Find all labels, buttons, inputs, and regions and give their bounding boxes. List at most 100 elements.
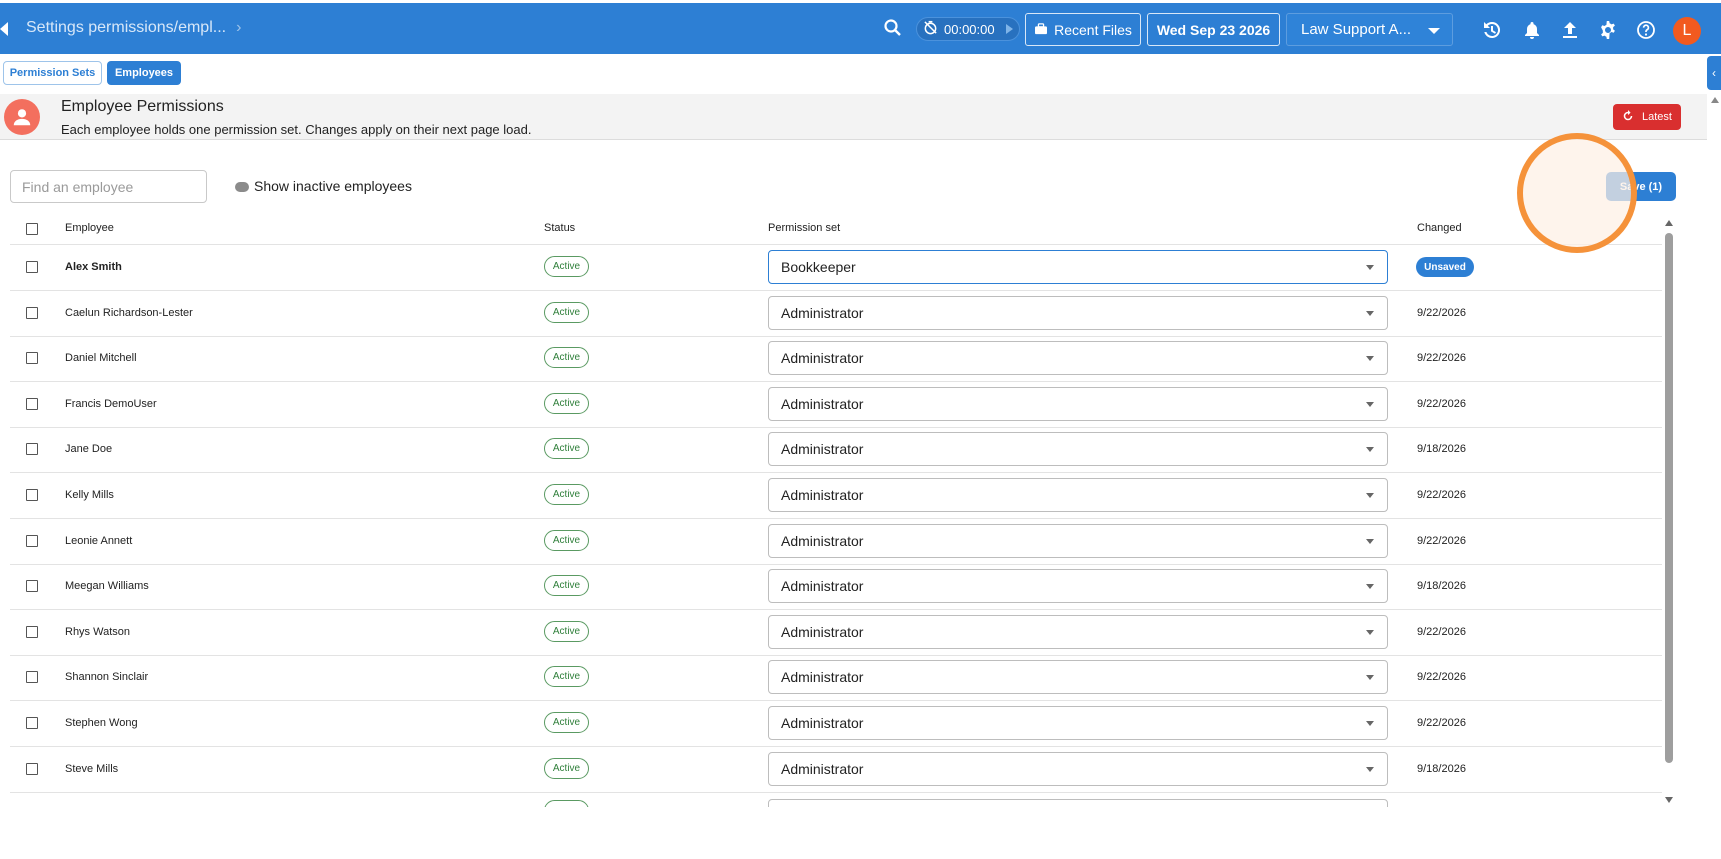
- permission-set-value: Administrator: [781, 669, 864, 686]
- permission-set-value: Administrator: [781, 623, 864, 640]
- permission-set-select[interactable]: Administrator: [768, 478, 1388, 512]
- table-row: Daniel Mitchell Active Administrator 9/22/2…: [10, 336, 1662, 383]
- row-checkbox[interactable]: [26, 306, 38, 319]
- row-checkbox[interactable]: [26, 671, 38, 684]
- permission-set-select[interactable]: Bookkeeper: [768, 250, 1388, 284]
- row-checkbox[interactable]: [26, 489, 38, 501]
- home-icon[interactable]: [0, 21, 10, 37]
- caret-down-icon: [1366, 493, 1374, 498]
- column-header-employee[interactable]: Employee: [65, 222, 114, 234]
- permission-set-value: Administrator: [781, 441, 864, 458]
- employee-name: Caelun Richardson-Lester: [65, 306, 193, 319]
- page-subtitle: Each employee holds one permission set. …: [61, 122, 532, 137]
- tab-permission-sets[interactable]: Permission Sets: [3, 61, 102, 85]
- row-checkbox[interactable]: [26, 261, 38, 273]
- status-badge: Active: [544, 256, 589, 277]
- help-icon[interactable]: [1635, 19, 1657, 41]
- row-checkbox[interactable]: [26, 762, 38, 775]
- column-header-permission-set[interactable]: Permission set: [768, 222, 840, 234]
- table-row-partial: [10, 797, 1662, 807]
- breadcrumb-current[interactable]: Settings permissions/empl...: [26, 19, 226, 37]
- employee-name: Rhys Watson: [65, 625, 131, 638]
- employee-search-input[interactable]: [10, 170, 207, 203]
- status-badge: Active: [544, 529, 589, 551]
- timer-widget[interactable]: 00:00:00: [916, 17, 1020, 41]
- status-badge: Active: [544, 438, 589, 460]
- row-checkbox[interactable]: [26, 534, 38, 547]
- column-header-status[interactable]: Status: [544, 222, 575, 234]
- table-row: Alex Smith Active Bookkeeper Unsaved: [10, 245, 1662, 291]
- scroll-down-icon[interactable]: [1665, 797, 1673, 803]
- status-badge: Active: [544, 666, 589, 688]
- changed-date: 9/22/2026: [1417, 671, 1466, 684]
- page-scroll-up-icon[interactable]: [1711, 97, 1719, 103]
- gear-icon[interactable]: [1597, 19, 1619, 41]
- table-row: Francis DemoUser Active Administrator 9/22/…: [10, 382, 1662, 428]
- date-button[interactable]: Wed Sep 23 2026: [1147, 13, 1280, 46]
- permission-set-value: Administrator: [781, 350, 864, 367]
- select-all-checkbox[interactable]: [26, 223, 38, 235]
- row-checkbox[interactable]: [26, 443, 38, 456]
- table-row: Shannon Sinclair Active Administrator 9/22/…: [10, 655, 1662, 702]
- status-badge: Active: [544, 757, 589, 779]
- permission-set-select[interactable]: Administrator: [768, 341, 1388, 376]
- table-row: Leonie Annett Active Administrator 9/22/202…: [10, 519, 1662, 565]
- permission-set-select[interactable]: Administrator: [768, 432, 1388, 467]
- permission-set-select[interactable]: Administrator: [768, 751, 1388, 786]
- tab-employees[interactable]: Employees: [107, 61, 181, 85]
- permission-set-select[interactable]: Administrator: [768, 569, 1388, 604]
- recent-files-button[interactable]: Recent Files: [1025, 13, 1141, 46]
- permission-set-select[interactable]: Administrator: [768, 660, 1388, 695]
- permission-set-select[interactable]: Administrator: [768, 523, 1388, 558]
- table-scrollbar-thumb[interactable]: [1665, 233, 1673, 763]
- caret-down-icon: [1366, 356, 1374, 362]
- permission-set-select[interactable]: Administrator: [768, 295, 1388, 330]
- bell-icon[interactable]: [1521, 19, 1543, 41]
- user-avatar[interactable]: L: [1673, 17, 1701, 45]
- show-inactive-toggle[interactable]: [235, 182, 249, 192]
- organization-select[interactable]: Law Support A...: [1286, 13, 1453, 46]
- row-checkbox[interactable]: [26, 717, 38, 729]
- permission-set-select[interactable]: Administrator: [768, 706, 1388, 740]
- play-icon[interactable]: [1006, 24, 1013, 34]
- table-row: Kelly Mills Active Administrator 9/22/2026: [10, 473, 1662, 519]
- permission-set-select[interactable]: Administrator: [768, 386, 1388, 421]
- history-icon[interactable]: [1481, 19, 1503, 41]
- caret-down-icon: [1366, 584, 1374, 590]
- permission-set-select[interactable]: Administrator: [768, 614, 1388, 649]
- row-checkbox[interactable]: [26, 625, 38, 638]
- permission-set-value: Administrator: [781, 760, 864, 777]
- changed-date: 9/22/2026: [1417, 306, 1466, 319]
- permission-set-value: Administrator: [781, 304, 864, 321]
- show-inactive-label[interactable]: Show inactive employees: [254, 178, 412, 194]
- caret-down-icon: [1366, 447, 1374, 453]
- employee-name: Meegan Williams: [65, 580, 149, 593]
- row-checkbox[interactable]: [26, 352, 38, 365]
- person-icon: [4, 99, 40, 135]
- employee-name: Stephen Wong: [65, 717, 138, 729]
- permission-set-select[interactable]: [768, 799, 1388, 807]
- scroll-up-icon[interactable]: [1665, 220, 1673, 226]
- search-icon[interactable]: [883, 18, 903, 38]
- tab-employees-label: Employees: [114, 67, 174, 79]
- collapse-panel-button[interactable]: ‹: [1707, 56, 1721, 90]
- status-badge: Active: [544, 301, 589, 323]
- status-badge: Active: [544, 392, 589, 414]
- table-row: Steve Mills Active Administrator 9/18/2026: [10, 747, 1662, 793]
- row-checkbox[interactable]: [26, 397, 38, 410]
- table-row: Stephen Wong Active Administrator 9/22/2026: [10, 701, 1662, 747]
- save-button[interactable]: Save (1): [1606, 172, 1676, 201]
- changed-date: 9/22/2026: [1417, 397, 1466, 410]
- timer-off-icon: [923, 20, 938, 38]
- chevron-right-icon: ›: [236, 19, 242, 36]
- organization-select-value: Law Support A...: [1301, 21, 1412, 38]
- latest-button[interactable]: Latest: [1613, 104, 1681, 130]
- employee-name: Daniel Mitchell: [65, 352, 137, 365]
- breadcrumb: Settings permissions/empl... ›: [26, 19, 241, 37]
- upload-icon[interactable]: [1559, 19, 1581, 41]
- page-title: Employee Permissions: [61, 98, 224, 115]
- chevron-left-icon: ‹: [1712, 66, 1716, 80]
- refresh-icon: [1622, 109, 1634, 125]
- row-checkbox[interactable]: [26, 580, 38, 593]
- column-header-changed[interactable]: Changed: [1417, 222, 1462, 234]
